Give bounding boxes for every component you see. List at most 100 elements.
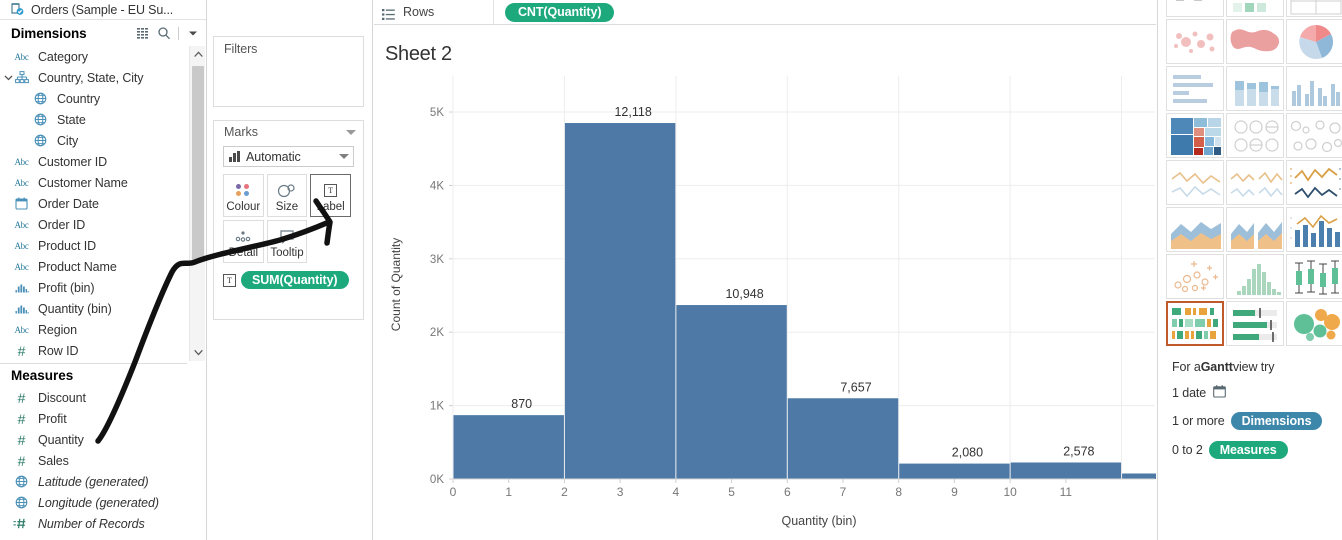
field-item[interactable]: Abc Order ID: [0, 214, 188, 235]
search-icon[interactable]: [157, 26, 171, 40]
show-me-packed-bubbles[interactable]: [1286, 301, 1342, 346]
show-me-dual-lines[interactable]: [1286, 160, 1342, 205]
show-me-symbol-map[interactable]: [1166, 19, 1224, 64]
show-me-horizontal-bars[interactable]: [1166, 66, 1224, 111]
bar-value-label: 12,118: [614, 105, 651, 119]
histogram-plot[interactable]: 0K 1K 2K 3K 4K 5K 870 12,118 10,948 7,657 2,080 2,5…: [374, 70, 1156, 540]
histogram-bar[interactable]: [564, 123, 676, 479]
field-item[interactable]: Abc Customer Name: [0, 172, 188, 193]
show-me-thumbnail-grid[interactable]: [1166, 0, 1342, 346]
field-item[interactable]: State: [0, 109, 188, 130]
show-me-heat-map[interactable]: [1226, 0, 1284, 17]
show-me-hint: For a Gantt view try 1 date 1 or more Di…: [1172, 360, 1342, 470]
show-me-lines-continuous[interactable]: [1166, 160, 1224, 205]
show-me-bullet-graph[interactable]: [1226, 301, 1284, 346]
show-me-dual-combination[interactable]: [1286, 207, 1342, 252]
show-me-scatter-plot[interactable]: [1166, 254, 1224, 299]
show-me-pie-chart[interactable]: [1286, 19, 1342, 64]
rows-field-pill[interactable]: CNT(Quantity): [505, 2, 615, 22]
field-item[interactable]: Country, State, City: [0, 67, 188, 88]
marks-shelf-size[interactable]: Size: [266, 174, 308, 217]
show-me-lines-discrete[interactable]: [1226, 160, 1284, 205]
bar-chart-icon: [229, 151, 240, 162]
x-axis-tick-label: 3: [617, 485, 624, 499]
histogram-bar[interactable]: [1010, 462, 1122, 479]
marks-shelf-label: Tooltip: [270, 247, 304, 259]
marks-shelf-detail[interactable]: Detail: [223, 220, 264, 263]
field-item[interactable]: Abc Category: [0, 46, 188, 67]
show-me-treemap[interactable]: [1166, 113, 1224, 158]
marks-shelf-label: Detail: [228, 247, 259, 259]
rows-shelf-header: Rows: [374, 0, 494, 25]
field-item[interactable]: Number of Records: [0, 513, 188, 534]
histogram-bar[interactable]: [1122, 473, 1156, 479]
show-me-text-table[interactable]: [1166, 0, 1224, 17]
chevron-down-icon[interactable]: [186, 26, 200, 40]
marks-chevron-down-icon[interactable]: [346, 129, 356, 135]
rows-shelf[interactable]: Rows CNT(Quantity): [374, 0, 1156, 25]
mark-type-selector[interactable]: Automatic: [223, 146, 354, 167]
x-axis-tick-label: 8: [895, 485, 902, 499]
field-item[interactable]: # Profit: [0, 408, 188, 429]
mark-type-chevron-down-icon[interactable]: [339, 154, 349, 159]
show-me-highlight-table[interactable]: [1286, 0, 1342, 17]
field-label: Sales: [38, 453, 69, 468]
field-item[interactable]: Abc Region: [0, 319, 188, 340]
show-me-area-discrete[interactable]: [1226, 207, 1284, 252]
measures-header: Measures: [0, 363, 187, 386]
field-item[interactable]: Abc Customer ID: [0, 151, 188, 172]
grid-view-icon[interactable]: [136, 26, 150, 40]
requirement-measures-text: 0 to 2: [1172, 443, 1203, 457]
field-item[interactable]: # Row ID: [0, 340, 188, 361]
marks-shelf-colour[interactable]: Colour: [223, 174, 264, 217]
globe-icon: [13, 496, 30, 509]
histogram-bar[interactable]: [787, 398, 899, 479]
marks-shelf-tooltip[interactable]: Tooltip: [266, 220, 308, 263]
field-item[interactable]: Latitude (generated): [0, 471, 188, 492]
number-icon: #: [17, 452, 26, 469]
field-item[interactable]: Order Date: [0, 193, 188, 214]
field-item[interactable]: Quantity (bin): [0, 298, 188, 319]
field-label: Country, State, City: [38, 70, 144, 85]
show-me-filled-map[interactable]: [1226, 19, 1284, 64]
field-item[interactable]: Country: [0, 88, 188, 109]
histogram-bar[interactable]: [453, 415, 564, 479]
marks-shelf-label[interactable]: T Label: [310, 174, 351, 217]
x-axis-tick-label: 2: [561, 485, 568, 499]
scrollbar-thumb[interactable]: [192, 66, 204, 262]
dimensions-field-list[interactable]: Abc Category Country, State, City Country St…: [0, 46, 188, 361]
field-item[interactable]: Longitude (generated): [0, 492, 188, 513]
filters-card[interactable]: Filters: [213, 36, 364, 107]
show-me-stacked-bars[interactable]: [1226, 66, 1284, 111]
field-item[interactable]: City: [0, 130, 188, 151]
show-me-side-by-side-circles[interactable]: [1286, 113, 1342, 158]
size-circles-icon: [276, 180, 298, 200]
label-text-icon: T: [324, 180, 338, 200]
field-item[interactable]: # Sales: [0, 450, 188, 471]
scroll-up-icon[interactable]: [190, 46, 206, 63]
field-label: Profit: [38, 411, 67, 426]
field-item[interactable]: # Quantity: [0, 429, 188, 450]
scroll-down-icon[interactable]: [190, 344, 206, 361]
field-item[interactable]: Profit (bin): [0, 277, 188, 298]
datasource-label: Orders (Sample - EU Su...: [31, 2, 174, 17]
field-item[interactable]: Abc Product Name: [0, 256, 188, 277]
show-me-area-continuous[interactable]: [1166, 207, 1224, 252]
histogram-bar[interactable]: [899, 463, 1010, 479]
field-item[interactable]: Abc Product ID: [0, 235, 188, 256]
dimensions-scrollbar[interactable]: [189, 46, 205, 361]
field-label: Country: [57, 91, 101, 106]
show-me-circle-views[interactable]: [1226, 113, 1284, 158]
field-item[interactable]: # Discount: [0, 387, 188, 408]
y-axis-tick-label: 0K: [430, 474, 444, 486]
show-me-histogram[interactable]: [1226, 254, 1284, 299]
datasource-row[interactable]: Orders (Sample - EU Su...: [0, 0, 206, 20]
show-me-gantt-view[interactable]: [1166, 301, 1224, 346]
measures-field-list[interactable]: # Discount # Profit # Quantity # Sales Latitude …: [0, 387, 188, 534]
label-field-pill[interactable]: SUM(Quantity): [241, 271, 349, 289]
rows-shelf-label: Rows: [403, 5, 435, 19]
show-me-box-and-whisker[interactable]: [1286, 254, 1342, 299]
histogram-bar[interactable]: [676, 305, 787, 479]
show-me-side-by-side-bars[interactable]: [1286, 66, 1342, 111]
expander-chevron-down-icon[interactable]: [4, 73, 13, 82]
